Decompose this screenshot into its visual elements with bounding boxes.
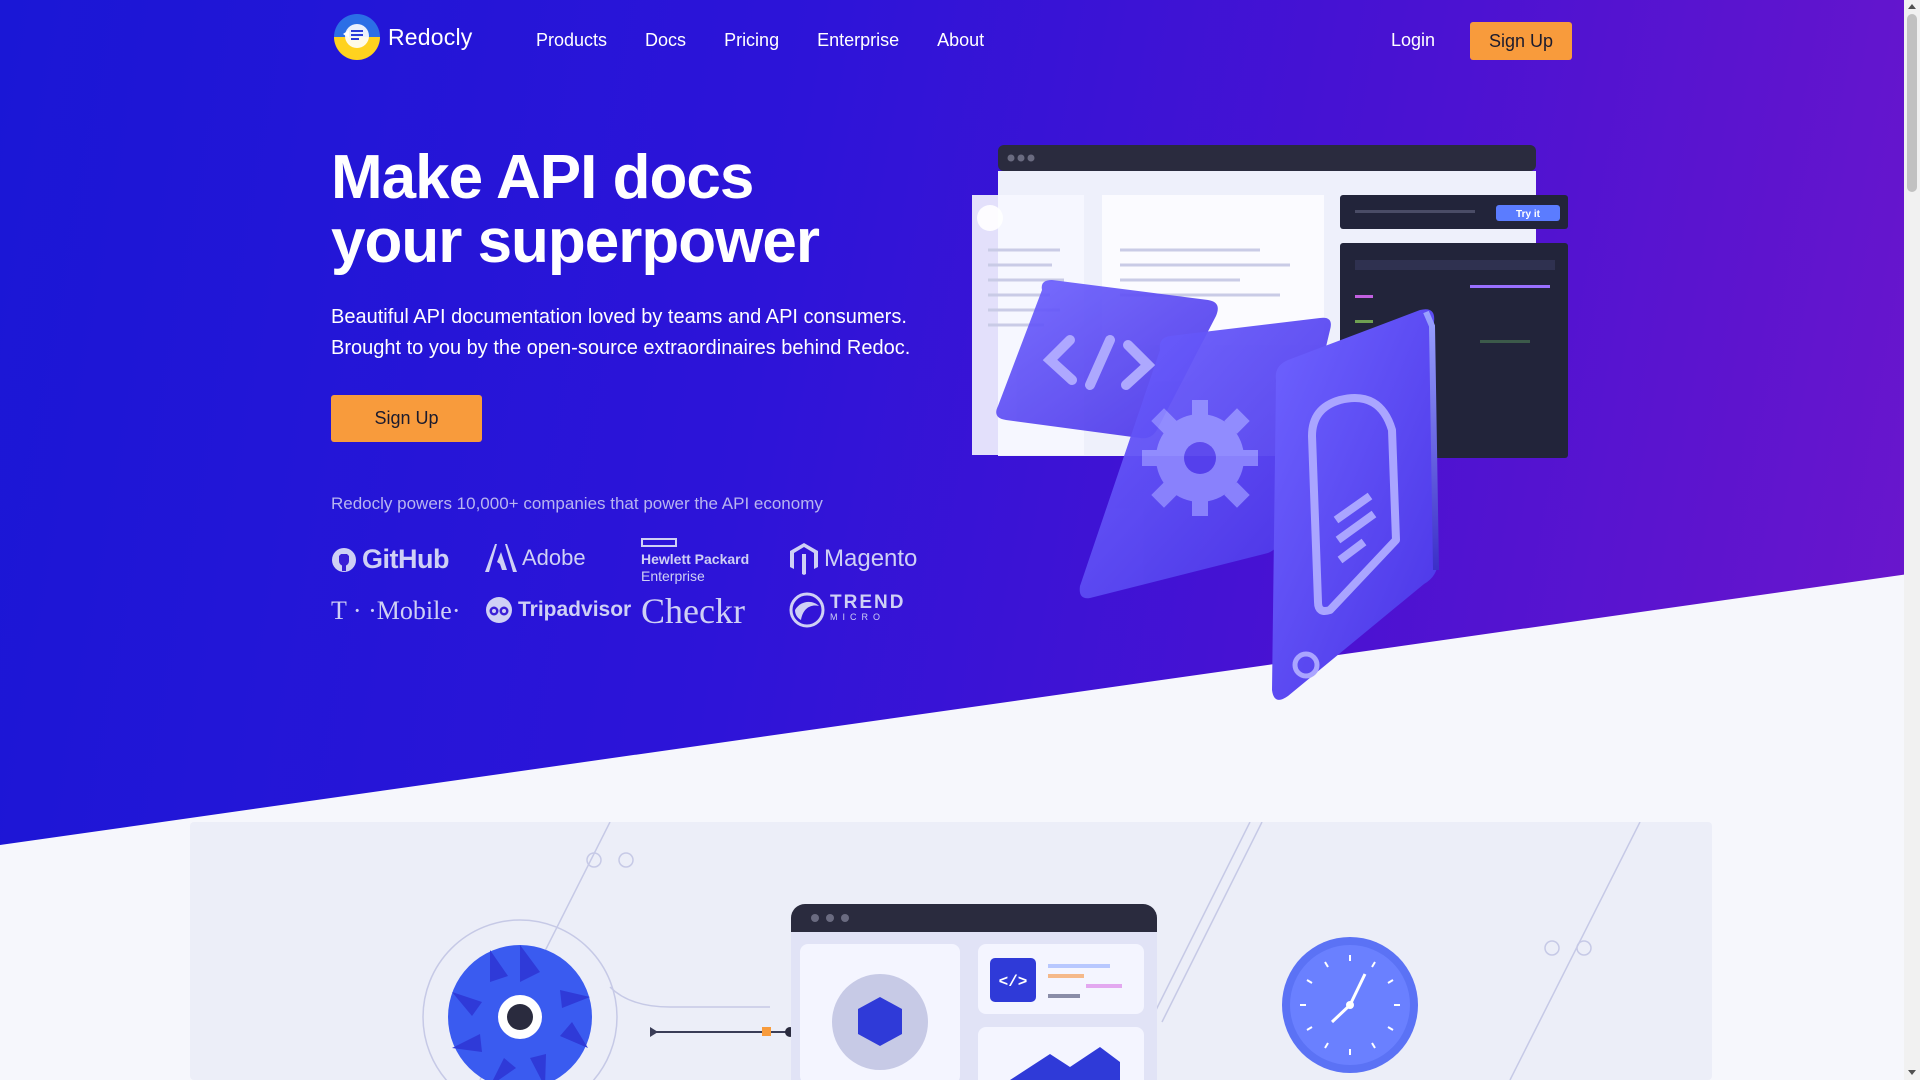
redocly-logo-icon — [334, 14, 380, 60]
features-illustration-panel: </> — [190, 822, 1712, 1080]
magento-text: Magento — [824, 545, 918, 572]
github-text: GitHub — [362, 544, 449, 574]
tmobile-logo: T · ·Mobile· — [331, 596, 461, 626]
page-scrollbar[interactable] — [1904, 0, 1920, 1080]
redocly-logo[interactable]: Redocly — [334, 14, 473, 60]
hero-illustration: Try it — [972, 145, 1568, 700]
hero-title: Make API docs your superpower — [331, 146, 931, 274]
hpe-logo: Hewlett Packard Enterprise — [641, 538, 749, 584]
adobe-logo: Adobe — [485, 544, 586, 572]
clock-icon — [1282, 937, 1418, 1073]
try-it-label: Try it — [1516, 209, 1541, 220]
nav-docs[interactable]: Docs — [645, 30, 686, 51]
code-icon: </> — [999, 973, 1028, 991]
trendmicro-logo: TREND MICRO — [789, 592, 905, 628]
hero-signup-button[interactable]: Sign Up — [331, 395, 482, 442]
hpe-text-line2: Enterprise — [641, 568, 705, 584]
trendmicro-wordmark: TREND MICRO — [830, 592, 906, 624]
nav-products[interactable]: Products — [536, 30, 607, 51]
hpe-text-line1: Hewlett Packard — [641, 551, 750, 567]
checkr-logo: Checkr — [641, 590, 745, 632]
adobe-text: Adobe — [522, 545, 586, 570]
nav-about[interactable]: About — [937, 30, 984, 51]
hero-background — [0, 0, 1904, 845]
adobe-icon — [485, 544, 517, 572]
nav-pricing[interactable]: Pricing — [724, 30, 779, 51]
scrollbar-thumb[interactable] — [1907, 14, 1917, 192]
trendmicro-icon — [789, 592, 825, 628]
hero-subtitle-line1: Beautiful API documentation loved by tea… — [331, 306, 907, 328]
github-logo: GitHub — [331, 544, 449, 575]
nav-signup-button[interactable]: Sign Up — [1470, 22, 1572, 60]
hero-title-line1: Make API docs — [331, 143, 754, 212]
features-illustration: </> — [422, 822, 1641, 1080]
dashboard-window-graphic: </> — [791, 904, 1157, 1080]
brand-name: Redocly — [388, 23, 473, 50]
customer-logos: GitHub Adobe Hewlett Packard Enterprise … — [331, 538, 931, 631]
magento-icon — [790, 543, 818, 575]
hero-subtitle-line2: Brought to you by the open-source extrao… — [331, 337, 911, 359]
magento-logo: Magento — [789, 542, 917, 576]
nav-enterprise[interactable]: Enterprise — [817, 30, 899, 51]
hpe-rectangle-icon — [641, 538, 677, 547]
checkr-text: Checkr — [641, 591, 745, 631]
github-icon — [332, 547, 356, 572]
login-link[interactable]: Login — [1391, 30, 1435, 51]
top-nav: Redocly Products Docs Pricing Enterprise… — [0, 0, 1904, 84]
hero-title-line2: your superpower — [331, 207, 820, 276]
scroll-up-arrow-icon[interactable] — [1908, 4, 1916, 9]
trendmicro-text-line1: TREND — [830, 592, 906, 613]
nav-links: Products Docs Pricing Enterprise About — [536, 30, 984, 51]
trendmicro-text-line2: MICRO — [830, 612, 885, 622]
api-hub-icon — [448, 945, 592, 1080]
document-card-graphic — [1272, 309, 1439, 700]
tripadvisor-logo: Tripadvisor — [485, 596, 631, 624]
hero-subtitle: Beautiful API documentation loved by tea… — [331, 302, 971, 364]
customers-caption: Redocly powers 10,000+ companies that po… — [331, 494, 823, 513]
scroll-down-arrow-icon[interactable] — [1908, 1070, 1916, 1075]
tripadvisor-text: Tripadvisor — [518, 598, 632, 621]
tripadvisor-owl-icon — [486, 597, 512, 623]
tmobile-text: T · ·Mobile· — [331, 596, 461, 625]
